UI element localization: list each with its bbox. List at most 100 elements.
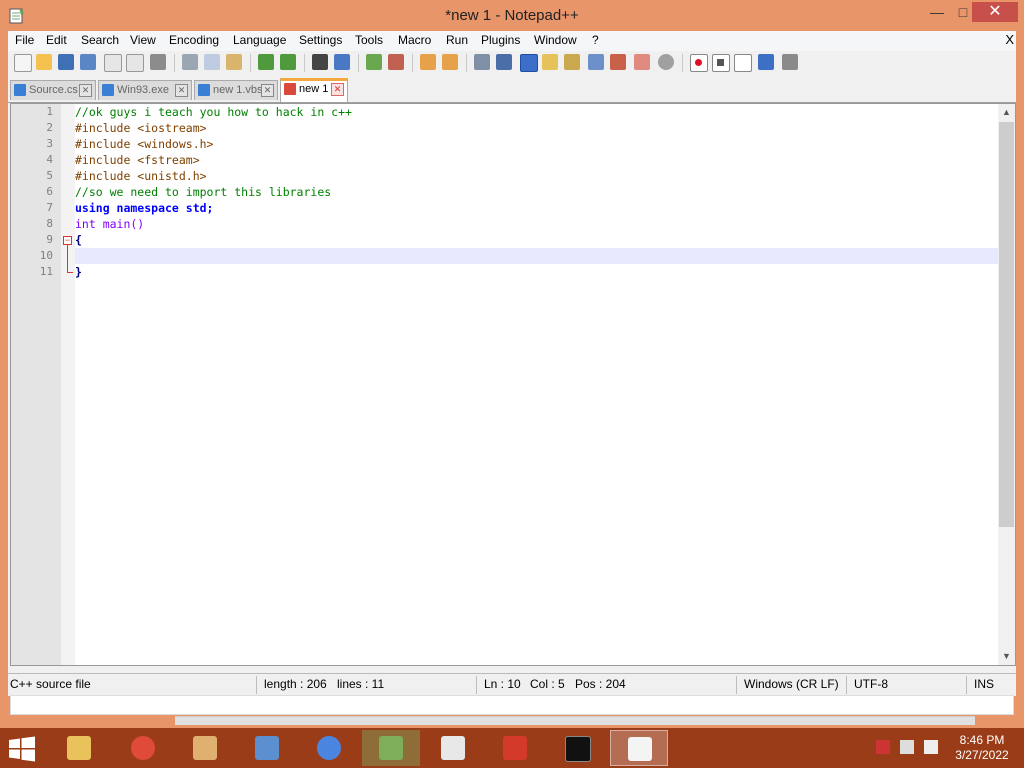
tab-close-icon[interactable]: ✕ <box>175 84 188 97</box>
cut-icon[interactable] <box>182 54 198 70</box>
find-icon[interactable] <box>312 54 328 70</box>
menu-help[interactable]: ? <box>592 33 599 47</box>
scroll-down-icon[interactable]: ▼ <box>998 648 1015 665</box>
open-file-icon[interactable] <box>36 54 52 70</box>
line-number: 9 <box>46 233 53 246</box>
taskbar-chromium[interactable] <box>300 730 358 766</box>
code-editor[interactable]: 1 2 3 4 5 6 7 8 9 10 11 − //ok guys i te… <box>10 103 1016 666</box>
close-icon[interactable] <box>104 54 122 72</box>
menu-language[interactable]: Language <box>233 33 286 47</box>
status-bar: C++ source file length : 206 lines : 11 … <box>8 673 1016 696</box>
code-line: #include <windows.h> <box>75 136 1000 152</box>
redo-icon[interactable] <box>280 54 296 70</box>
menu-settings[interactable]: Settings <box>299 33 342 47</box>
taskbar-file-explorer[interactable] <box>50 730 108 766</box>
vertical-scrollbar[interactable]: ▲ ▼ <box>998 104 1015 665</box>
menu-plugins[interactable]: Plugins <box>481 33 520 47</box>
run-macro-multiple-icon[interactable] <box>758 54 774 70</box>
menu-edit[interactable]: Edit <box>46 33 67 47</box>
udl-icon[interactable] <box>542 54 558 70</box>
taskbar-control-panel[interactable] <box>238 730 296 766</box>
file-icon <box>14 84 26 96</box>
taskbar-network-setup[interactable] <box>362 730 420 766</box>
network-icon[interactable] <box>900 740 914 754</box>
menu-view[interactable]: View <box>130 33 156 47</box>
save-macro-icon[interactable] <box>782 54 798 70</box>
menu-window[interactable]: Window <box>534 33 577 47</box>
tab-close-icon[interactable]: ✕ <box>261 84 274 97</box>
line-number: 4 <box>46 153 53 166</box>
line-number: 6 <box>46 185 53 198</box>
new-file-icon[interactable] <box>14 54 32 72</box>
clock-time: 8:46 PM <box>959 733 1005 747</box>
tab-close-icon[interactable]: ✕ <box>79 84 92 97</box>
save-all-icon[interactable] <box>80 54 96 70</box>
undo-icon[interactable] <box>258 54 274 70</box>
stop-macro-icon[interactable] <box>712 54 730 72</box>
close-window-button[interactable]: ✕ <box>972 2 1018 22</box>
menu-encoding[interactable]: Encoding <box>169 33 219 47</box>
scrollbar-thumb[interactable] <box>999 122 1014 527</box>
sync-horizontal-icon[interactable] <box>442 54 458 70</box>
sync-vertical-icon[interactable] <box>420 54 436 70</box>
close-all-icon[interactable] <box>126 54 144 72</box>
file-explorer-icon <box>67 736 91 760</box>
paint-icon <box>193 736 217 760</box>
system-clock[interactable]: 8:46 PM 3/27/2022 <box>946 733 1018 763</box>
taskbar: 8:46 PM 3/27/2022 <box>0 728 1024 768</box>
action-center-flag-icon[interactable] <box>876 740 890 754</box>
tab-new-1-vbs[interactable]: new 1.vbs ✕ <box>194 80 278 100</box>
code-line: using namespace std; <box>75 200 1000 216</box>
taskbar-command-prompt[interactable] <box>548 730 606 766</box>
tab-label: Win93.exe <box>117 84 169 96</box>
save-icon[interactable] <box>58 54 74 70</box>
volume-muted-icon[interactable] <box>924 740 938 754</box>
include-directive: #include <unistd.h> <box>75 169 207 183</box>
doc-map-icon[interactable] <box>564 54 580 70</box>
status-encoding: UTF-8 <box>854 677 888 691</box>
menu-search[interactable]: Search <box>81 33 119 47</box>
replace-icon[interactable] <box>334 54 350 70</box>
play-macro-icon[interactable] <box>734 54 752 72</box>
tab-bar: Source.cs ✕ Win93.exe ✕ new 1.vbs ✕ new … <box>8 78 1016 103</box>
app-client-area: File Edit Search View Encoding Language … <box>8 31 1016 696</box>
monitoring-icon[interactable] <box>634 54 650 70</box>
code-line: //ok guys i teach you how to hack in c++ <box>75 104 1000 120</box>
notepad-plus-plus-icon <box>628 737 652 761</box>
tab-win93-exe[interactable]: Win93.exe ✕ <box>98 80 192 100</box>
menu-run[interactable]: Run <box>446 33 468 47</box>
show-all-chars-icon[interactable] <box>496 54 512 70</box>
taskbar-chrome[interactable] <box>114 730 172 766</box>
code-text-area[interactable]: //ok guys i teach you how to hack in c++… <box>75 104 1000 665</box>
zoom-in-icon[interactable] <box>366 54 382 70</box>
menu-file[interactable]: File <box>15 33 34 47</box>
taskbar-document-viewer[interactable] <box>424 730 482 766</box>
scroll-up-icon[interactable]: ▲ <box>998 104 1015 121</box>
zoom-out-icon[interactable] <box>388 54 404 70</box>
copy-icon[interactable] <box>204 54 220 70</box>
word-wrap-icon[interactable] <box>474 54 490 70</box>
tab-new-1[interactable]: new 1 ✕ <box>280 78 348 102</box>
fold-collapse-icon[interactable]: − <box>63 236 72 245</box>
menu-tools[interactable]: Tools <box>355 33 383 47</box>
record-macro-icon-alt[interactable] <box>658 54 674 70</box>
line-number: 2 <box>46 121 53 134</box>
windows-start-icon[interactable] <box>6 736 38 762</box>
taskbar-paint[interactable] <box>176 730 234 766</box>
status-eol: Windows (CR LF) <box>744 677 839 691</box>
current-code-line <box>75 248 1000 264</box>
indent-guide-icon[interactable] <box>520 54 538 72</box>
taskbar-3d-builder[interactable] <box>486 730 544 766</box>
taskbar-notepad-plus-plus[interactable] <box>610 730 668 766</box>
close-document-button[interactable]: X <box>1005 32 1014 47</box>
tab-source-cs[interactable]: Source.cs ✕ <box>10 80 96 100</box>
title-bar[interactable]: *new 1 - Notepad++ — □ ✕ <box>0 0 1024 30</box>
paste-icon[interactable] <box>226 54 242 70</box>
menu-macro[interactable]: Macro <box>398 33 431 47</box>
print-icon[interactable] <box>150 54 166 70</box>
clock-date: 3/27/2022 <box>955 748 1009 762</box>
tab-close-icon[interactable]: ✕ <box>331 83 344 96</box>
folder-workspace-icon[interactable] <box>610 54 626 70</box>
record-macro-icon[interactable] <box>690 54 708 72</box>
function-list-icon[interactable] <box>588 54 604 70</box>
